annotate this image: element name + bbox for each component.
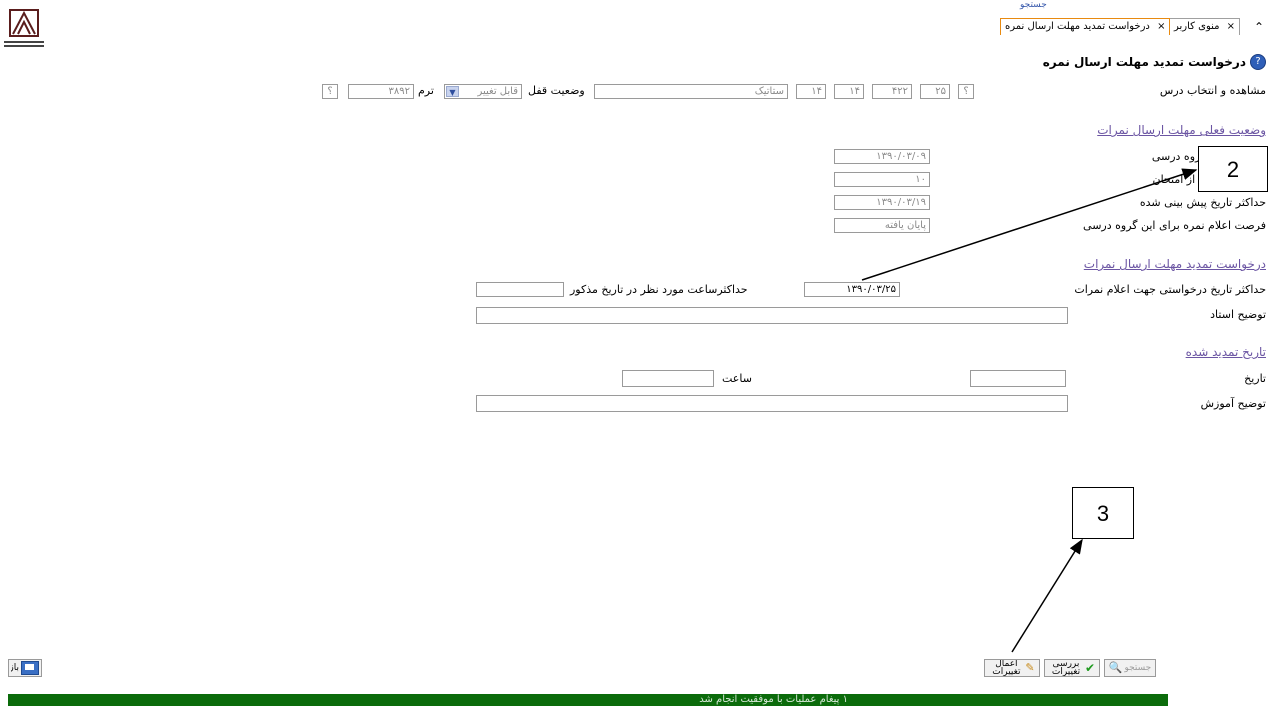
status-text: ۱ پیغام عملیات با موفقیت انجام شد: [699, 694, 848, 705]
apply-changes-button[interactable]: ✎ اعمال تغییرات: [984, 659, 1040, 677]
checkmark-icon: ✔: [1084, 661, 1096, 675]
review-label: بررسی تغییرات: [1051, 659, 1081, 677]
callout-arrows: [861, 168, 1198, 653]
search-label: جستجو: [1124, 663, 1152, 673]
arrow-to-callout-2: [861, 168, 1198, 281]
binoculars-icon: 🔍: [1108, 661, 1123, 674]
status-bar: ۱ پیغام عملیات با موفقیت انجام شد: [8, 694, 1168, 706]
search-button[interactable]: جستجو 🔍: [1104, 659, 1156, 677]
review-changes-button[interactable]: ✔ بررسی تغییرات: [1044, 659, 1100, 677]
apply-label: اعمال تغییرات: [992, 659, 1021, 677]
exit-button[interactable]: بازگشت: [8, 659, 42, 677]
exit-icon: [21, 661, 39, 675]
pencil-icon: ✎: [1025, 661, 1035, 674]
exit-label: بازگشت: [11, 663, 19, 673]
arrow-to-callout-3: [1011, 538, 1083, 653]
